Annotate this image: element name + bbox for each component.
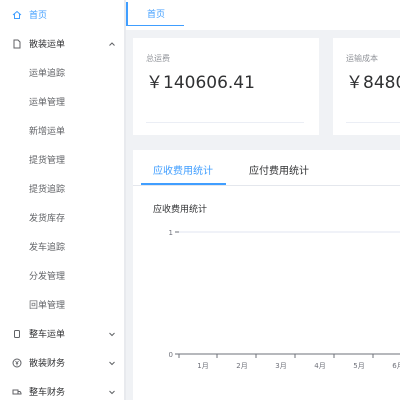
card-divider xyxy=(346,122,400,123)
sidebar-subitem-pickup-tracking[interactable]: 提货追踪 xyxy=(0,174,124,203)
x-tick-label: 3月 xyxy=(275,362,286,370)
home-icon xyxy=(12,10,22,20)
sidebar-group-label: 整车财务 xyxy=(29,388,66,398)
sidebar-group-label: 散装财务 xyxy=(29,359,66,369)
sidebar-subitem-waybill-management[interactable]: 运单管理 xyxy=(0,87,124,116)
x-tick-label: 2月 xyxy=(236,362,247,370)
sidebar-subitem-label: 运单管理 xyxy=(29,98,66,108)
x-tick-label: 4月 xyxy=(314,362,325,370)
sidebar-subitem-new-waybill[interactable]: 新增运单 xyxy=(0,116,124,145)
sidebar-group-label: 散装运单 xyxy=(29,40,66,50)
sidebar-subitem-label: 运单追踪 xyxy=(29,69,66,79)
chevron-down-icon xyxy=(109,361,115,365)
x-tick-label: 5月 xyxy=(353,362,364,370)
x-tick-label: 6月 xyxy=(392,362,400,370)
sidebar-subitem-pickup-management[interactable]: 提货管理 xyxy=(0,145,124,174)
y-tick-label: 0 xyxy=(169,351,173,359)
transport-cost-card: 运输成本 ￥8480 xyxy=(333,38,400,135)
truck-icon xyxy=(12,387,22,397)
fee-statistics-panel: 应收费用统计 应付费用统计 应收费用统计 011月2月3月4月5月6月 xyxy=(133,150,400,400)
sidebar-subitem-departure-tracking[interactable]: 发车追踪 xyxy=(0,232,124,261)
sidebar-subitem-label: 发货库存 xyxy=(29,214,66,224)
yen-circle-icon xyxy=(12,358,22,368)
tab-bar: 首页 xyxy=(126,0,400,30)
sidebar-item-label: 首页 xyxy=(29,11,48,21)
sidebar-divider xyxy=(124,0,126,400)
receivable-fees-chart: 0 1 1月 2月 3月 4月 5月 6月 xyxy=(169,229,400,370)
sidebar-subitem-distribution-management[interactable]: 分发管理 xyxy=(0,261,124,290)
chevron-down-icon xyxy=(109,390,115,394)
card-title: 总运费 xyxy=(146,54,170,63)
y-tick-label: 1 xyxy=(169,229,173,237)
sidebar-group-label: 整车运单 xyxy=(29,330,66,340)
sidebar-group-bulk-finance[interactable]: 散装财务 xyxy=(0,348,124,377)
card-value: ￥140606.41 xyxy=(146,73,255,93)
sidebar-subitem-label: 分发管理 xyxy=(29,272,66,282)
tab-home[interactable]: 首页 xyxy=(126,2,184,26)
document-icon xyxy=(12,39,22,49)
sidebar-subitem-label: 提货追踪 xyxy=(29,185,66,195)
clipboard-icon xyxy=(12,329,22,339)
sidebar-subitem-label: 回单管理 xyxy=(29,301,66,311)
card-divider xyxy=(146,122,304,123)
sidebar-subitem-label: 提货管理 xyxy=(29,156,66,166)
total-freight-card: 总运费 ￥140606.41 xyxy=(133,38,319,135)
sidebar-group-bulk-waybill[interactable]: 散装运单 xyxy=(0,29,124,58)
sidebar-group-full-truck-waybill[interactable]: 整车运单 xyxy=(0,319,124,348)
chevron-up-icon xyxy=(109,41,115,46)
sidebar-subitem-waybill-tracking[interactable]: 运单追踪 xyxy=(0,58,124,87)
sidebar-subitem-receipt-management[interactable]: 回单管理 xyxy=(0,290,124,319)
sidebar-group-full-truck-finance[interactable]: 整车财务 xyxy=(0,377,124,400)
sidebar-subitem-label: 发车追踪 xyxy=(29,243,66,253)
card-value: ￥8480 xyxy=(346,73,400,93)
chevron-down-icon xyxy=(109,332,115,336)
card-title: 运输成本 xyxy=(346,54,378,63)
sidebar-subitem-label: 新增运单 xyxy=(29,127,66,137)
x-tick-label: 1月 xyxy=(197,362,208,370)
sidebar: 首页 散装运单 运单追踪 运单管理 新增运单 提货管理 提货追踪 发货库存 发车… xyxy=(0,0,124,400)
sidebar-item-home[interactable]: 首页 xyxy=(0,0,124,29)
sidebar-subitem-shipping-inventory[interactable]: 发货库存 xyxy=(0,203,124,232)
